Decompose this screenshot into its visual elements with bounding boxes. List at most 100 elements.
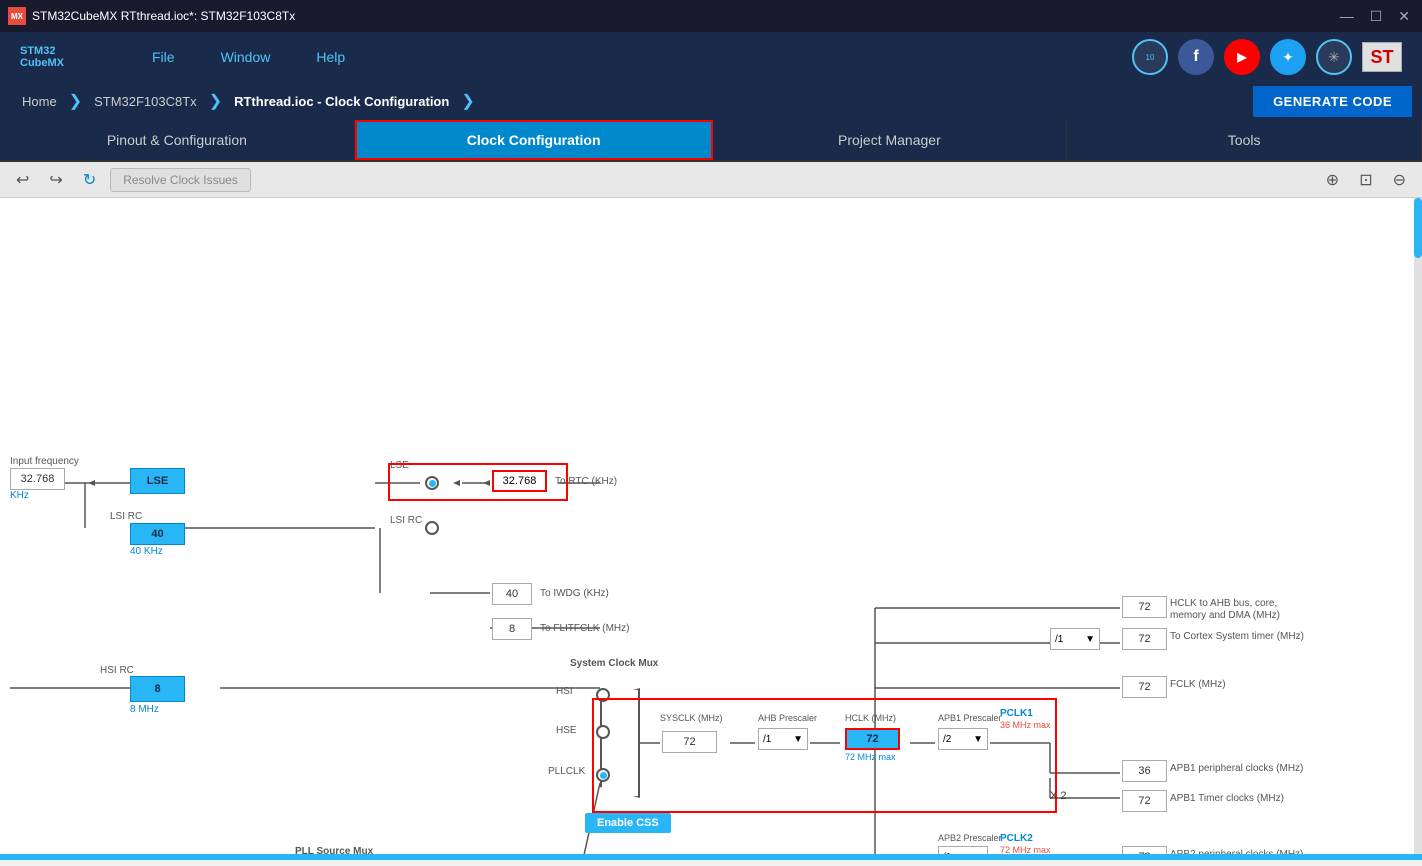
hsi-rc-value: 8: [130, 676, 185, 702]
logo-text: STM32CubeMX: [20, 45, 64, 69]
clock-diagram-canvas: Input frequency 32.768 KHz LSE LSI RC 40…: [0, 198, 1422, 860]
breadcrumb-home[interactable]: Home: [10, 82, 69, 120]
app-logo: MX: [8, 7, 26, 25]
hsi-rc-8mhz: 8 MHz: [130, 704, 159, 715]
window-title: STM32CubeMX RTthread.ioc*: STM32F103C8Tx: [32, 9, 295, 23]
title-bar-controls[interactable]: — ☐ ✕: [1336, 8, 1414, 25]
minimize-button[interactable]: —: [1336, 8, 1358, 25]
apb2-prescaler-label: APB2 Prescaler: [938, 833, 1002, 843]
hclk-label: HCLK (MHz): [845, 713, 896, 723]
undo-button[interactable]: ↩: [10, 166, 35, 194]
fit-screen-button[interactable]: ⊡: [1353, 166, 1378, 194]
lse-output-value[interactable]: 32.768: [492, 470, 547, 492]
fclk-label: FCLK (MHz): [1170, 679, 1226, 690]
title-bar-left: MX STM32CubeMX RTthread.ioc*: STM32F103C…: [8, 7, 295, 25]
tab-clock[interactable]: Clock Configuration: [355, 120, 713, 160]
lse-box[interactable]: LSE: [130, 468, 185, 494]
ahb-prescaler-dropdown[interactable]: /1▼: [758, 728, 808, 750]
breadcrumb-arrow-3: ❯: [461, 91, 474, 111]
hclk-value[interactable]: 72: [845, 728, 900, 750]
breadcrumb-arrow-2: ❯: [209, 91, 222, 111]
hsi-rc-label: HSI RC: [100, 665, 134, 676]
network-icon[interactable]: ✳: [1316, 39, 1352, 75]
tab-tools[interactable]: Tools: [1067, 120, 1422, 160]
hclk-72max: 72 MHz max: [845, 752, 896, 762]
hclk-ahb-value: 72: [1122, 596, 1167, 618]
breadcrumb-bar: Home ❯ STM32F103C8Tx ❯ RTthread.ioc - Cl…: [0, 82, 1422, 120]
khz-label: KHz: [10, 490, 29, 501]
input-freq-label-1: Input frequency: [10, 456, 79, 467]
lse-radio[interactable]: [425, 476, 439, 490]
toolbar: ↩ ↪ ↻ Resolve Clock Issues ⊕ ⊡ ⊖: [0, 162, 1422, 198]
window-menu[interactable]: Window: [213, 45, 279, 69]
zoom-in-button[interactable]: ⊕: [1320, 166, 1345, 194]
hclk-ahb-label: HCLK to AHB bus, core,: [1170, 598, 1277, 609]
maximize-button[interactable]: ☐: [1366, 8, 1387, 25]
st-logo: ST: [1362, 42, 1402, 72]
tab-project[interactable]: Project Manager: [713, 120, 1068, 160]
title-bar: MX STM32CubeMX RTthread.ioc*: STM32F103C…: [0, 0, 1422, 32]
scrollbar-thumb[interactable]: [1414, 198, 1422, 258]
enable-css-button[interactable]: Enable CSS: [585, 813, 671, 833]
lsi-40khz-label: 40 KHz: [130, 546, 163, 557]
pclk1-label: PCLK1: [1000, 708, 1033, 719]
fclk-value: 72: [1122, 676, 1167, 698]
system-clock-mux[interactable]: [600, 688, 640, 798]
cortex-timer-label: To Cortex System timer (MHz): [1170, 631, 1304, 642]
hse-mux-label: HSE: [556, 725, 577, 736]
apb1-periph-label: APB1 peripheral clocks (MHz): [1170, 763, 1303, 774]
tab-pinout[interactable]: Pinout & Configuration: [0, 120, 355, 160]
generate-code-button[interactable]: GENERATE CODE: [1253, 86, 1412, 117]
to-flitfclk-label: To FLITFCLK (MHz): [540, 623, 629, 634]
breadcrumb-current[interactable]: RTthread.ioc - Clock Configuration: [222, 82, 461, 120]
resolve-clock-issues-button: Resolve Clock Issues: [110, 168, 251, 192]
pllclk-mux-radio[interactable]: [596, 768, 610, 782]
breadcrumb-device[interactable]: STM32F103C8Tx: [82, 82, 209, 120]
facebook-icon[interactable]: f: [1178, 39, 1214, 75]
close-button[interactable]: ✕: [1394, 8, 1414, 25]
hse-mux-radio[interactable]: [596, 725, 610, 739]
app-logo-full: STM32CubeMX: [20, 45, 64, 69]
tab-bar: Pinout & Configuration Clock Configurati…: [0, 120, 1422, 162]
apb1-prescaler-dropdown[interactable]: /2▼: [938, 728, 988, 750]
pclk2-label: PCLK2: [1000, 833, 1033, 844]
scrollbar[interactable]: [1414, 198, 1422, 860]
zoom-out-button[interactable]: ⊖: [1387, 166, 1412, 194]
diagram-lines: [0, 198, 1422, 860]
apb1-prescaler-label: APB1 Prescaler: [938, 713, 1002, 723]
ahb-prescaler-label: AHB Prescaler: [758, 713, 817, 723]
breadcrumb-arrow-1: ❯: [69, 91, 82, 111]
lsi-radio[interactable]: [425, 521, 439, 535]
sysclk-value[interactable]: 72: [662, 731, 717, 753]
sysclk-label: SYSCLK (MHz): [660, 713, 723, 723]
to-rtc-label: To RTC (KHz): [555, 476, 617, 487]
twitter-icon[interactable]: ✦: [1270, 39, 1306, 75]
lsi-radio-label: LSI RC: [390, 515, 422, 526]
to-flitfclk-value: 8: [492, 618, 532, 640]
apb1-timer-value: 72: [1122, 790, 1167, 812]
anniversary-badge: 10: [1132, 39, 1168, 75]
file-menu[interactable]: File: [144, 45, 183, 69]
hclk-ahb-label2: memory and DMA (MHz): [1170, 610, 1280, 621]
cortex-timer-value: 72: [1122, 628, 1167, 650]
cortex-div-dropdown[interactable]: /1▼: [1050, 628, 1100, 650]
youtube-icon[interactable]: ▶: [1224, 39, 1260, 75]
lse-input-value[interactable]: 32.768: [10, 468, 65, 490]
lsi-value: 40: [130, 523, 185, 545]
pllclk-mux-label: PLLCLK: [548, 766, 585, 777]
hsi-mux-radio[interactable]: [596, 688, 610, 702]
x2-label: X 2: [1050, 790, 1067, 802]
lse-radio-label: LSE: [390, 460, 409, 471]
bottom-bar: [0, 854, 1422, 860]
pclk1-36max: 36 MHz max: [1000, 720, 1051, 730]
lsi-rc-label: LSI RC: [110, 511, 142, 522]
apb1-timer-label: APB1 Timer clocks (MHz): [1170, 793, 1284, 804]
refresh-button[interactable]: ↻: [77, 166, 102, 194]
help-menu[interactable]: Help: [308, 45, 353, 69]
system-clock-mux-label: System Clock Mux: [570, 658, 658, 669]
menu-bar: STM32CubeMX File Window Help 10 f ▶ ✦ ✳ …: [0, 32, 1422, 82]
to-iwdg-label: To IWDG (KHz): [540, 588, 609, 599]
hsi-mux-label: HSI: [556, 686, 573, 697]
social-icons: 10 f ▶ ✦ ✳ ST: [1132, 39, 1402, 75]
redo-button[interactable]: ↪: [43, 166, 68, 194]
